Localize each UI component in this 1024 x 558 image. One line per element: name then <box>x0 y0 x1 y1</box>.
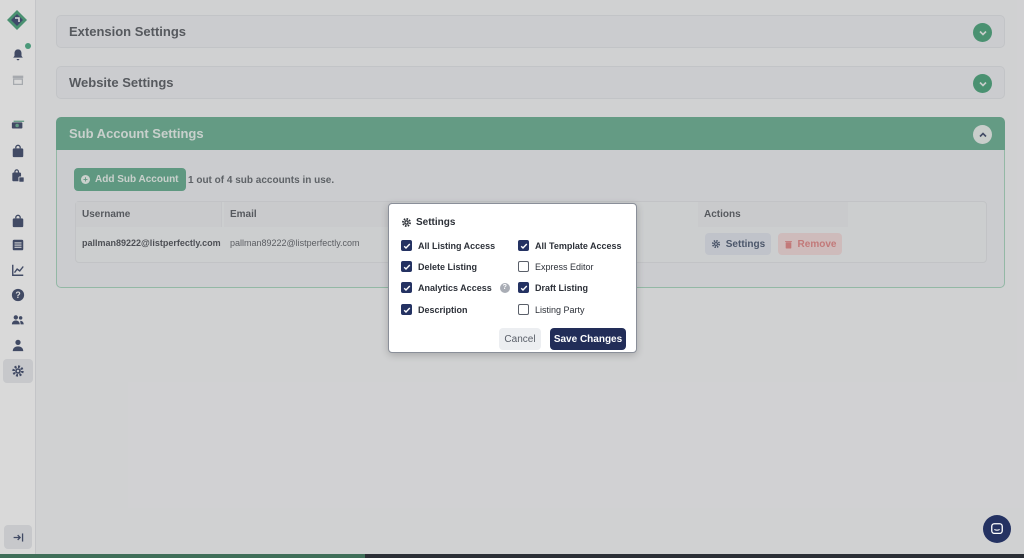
modal-title-text: Settings <box>416 217 456 228</box>
chat-icon[interactable] <box>983 515 1011 543</box>
settings-modal: Settings All Listing Access All Template… <box>388 203 637 353</box>
option-all-listing-access[interactable]: All Listing Access <box>401 240 495 251</box>
save-changes-button[interactable]: Save Changes <box>550 328 626 350</box>
checkbox-checked[interactable] <box>401 304 412 315</box>
option-listing-party[interactable]: Listing Party <box>518 304 585 315</box>
modal-title: Settings <box>401 217 455 228</box>
checkbox-unchecked[interactable] <box>518 261 529 272</box>
option-description[interactable]: Description <box>401 304 468 315</box>
bottom-bar-accent <box>0 554 365 558</box>
checkbox-checked[interactable] <box>401 240 412 251</box>
option-label: Draft Listing <box>535 282 588 293</box>
checkbox-checked[interactable] <box>518 282 529 293</box>
option-label: Description <box>418 304 468 315</box>
option-label: Listing Party <box>535 304 585 315</box>
option-label: Delete Listing <box>418 261 478 272</box>
option-all-template-access[interactable]: All Template Access <box>518 240 622 251</box>
option-label: Express Editor <box>535 261 594 272</box>
checkbox-checked[interactable] <box>401 282 412 293</box>
option-label: All Listing Access <box>418 240 496 251</box>
cancel-button[interactable]: Cancel <box>499 328 541 350</box>
checkbox-checked[interactable] <box>518 240 529 251</box>
option-label: All Template Access <box>535 240 622 251</box>
help-icon[interactable]: ? <box>499 282 510 293</box>
checkbox-unchecked[interactable] <box>518 304 529 315</box>
gear-icon <box>402 218 411 227</box>
option-express-editor[interactable]: Express Editor <box>518 261 594 272</box>
option-draft-listing[interactable]: Draft Listing <box>518 282 588 293</box>
checkbox-checked[interactable] <box>401 261 412 272</box>
option-analytics-access[interactable]: Analytics Access ? <box>401 282 510 293</box>
option-label: Analytics Access <box>418 282 492 293</box>
option-delete-listing[interactable]: Delete Listing <box>401 261 477 272</box>
